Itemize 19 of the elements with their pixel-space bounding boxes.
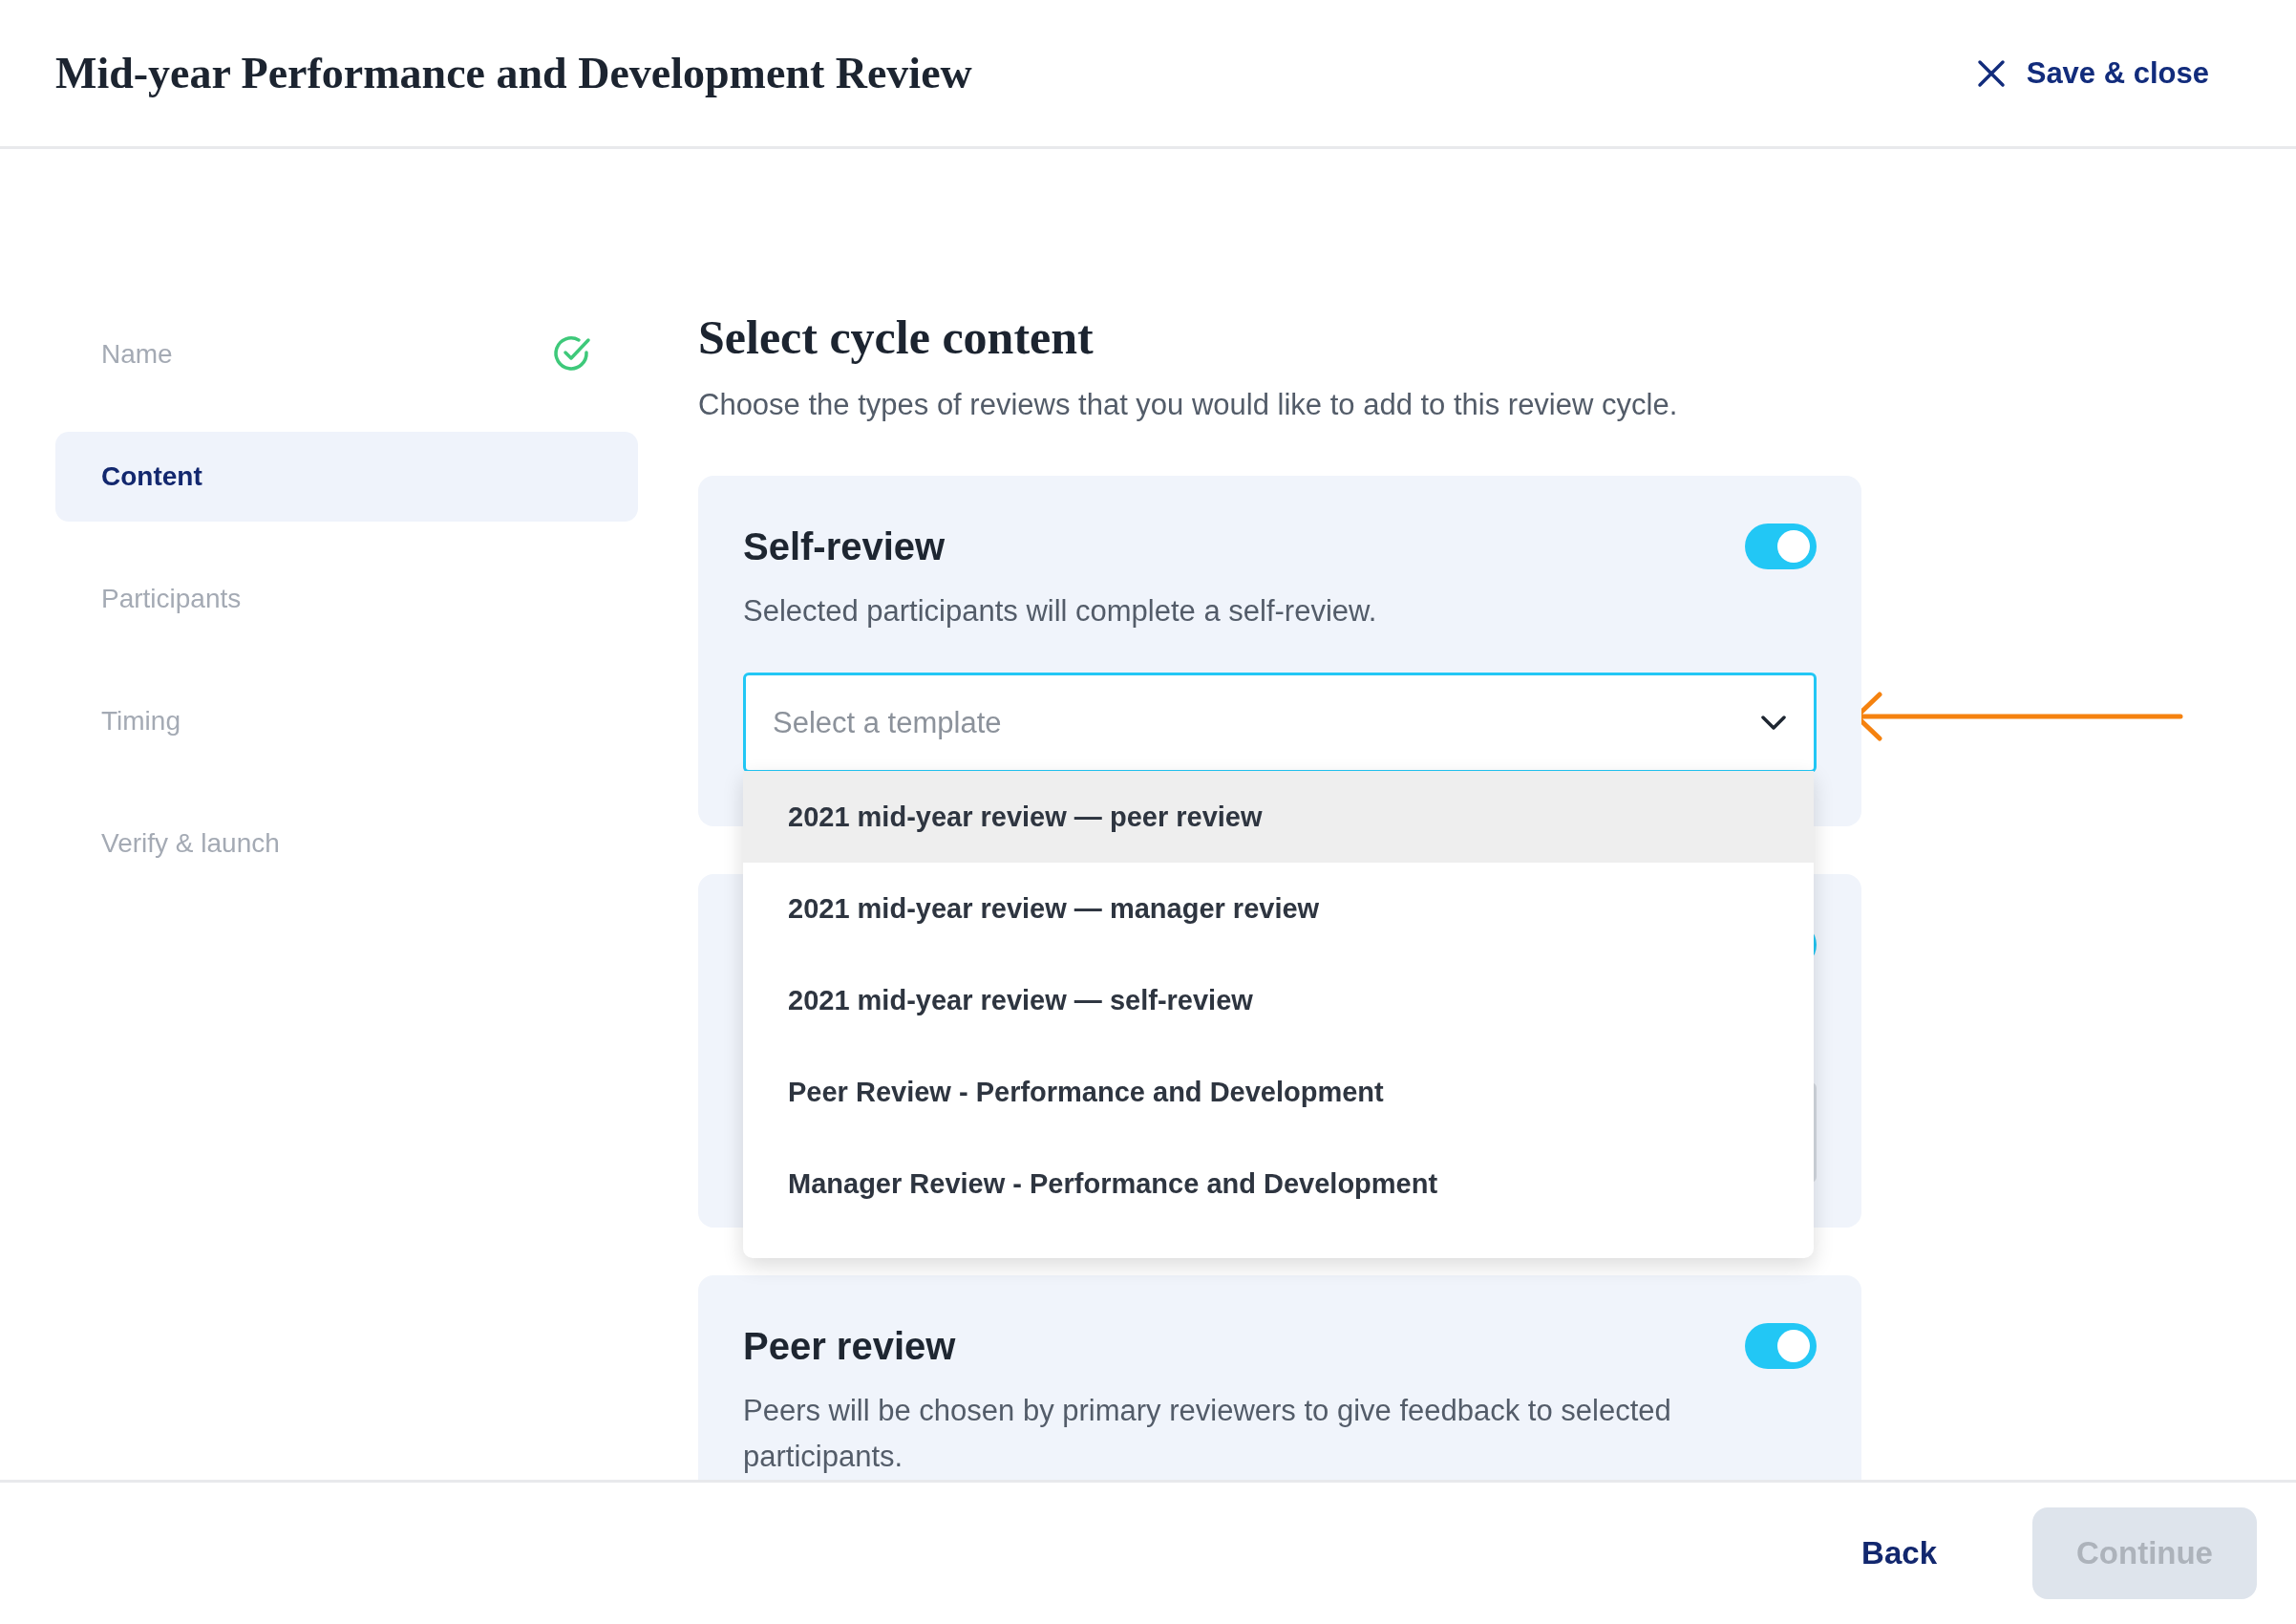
card-description: Selected participants will complete a self-review. xyxy=(743,593,1378,630)
dropdown-option[interactable]: Peer Review - Performance and Development xyxy=(743,1046,1814,1139)
close-icon xyxy=(1976,58,2006,88)
toggle-switch[interactable] xyxy=(1745,524,1817,569)
save-close-button[interactable]: Save & close xyxy=(1976,55,2209,91)
section-title: Select cycle content xyxy=(698,310,1095,365)
card-title: Self-review xyxy=(743,524,946,568)
section-subtitle: Choose the types of reviews that you would like to add to this review cycle. xyxy=(698,388,1679,422)
dropdown-option[interactable]: Manager Review - Performance and Development xyxy=(743,1138,1814,1230)
dropdown-option[interactable]: 2021 mid-year review — peer review xyxy=(743,771,1814,864)
card-title: Peer review xyxy=(743,1324,956,1368)
card-description: Peers will be chosen by primary reviewers to give feedback to selected participants. xyxy=(743,1393,1672,1476)
step-item[interactable]: Content xyxy=(55,432,638,522)
dropdown-option[interactable]: 2021 mid-year review — self-review xyxy=(743,954,1814,1047)
chevron-down-icon xyxy=(1760,714,1787,732)
back-button[interactable]: Back xyxy=(1861,1535,1937,1571)
toggle-switch[interactable] xyxy=(1745,1323,1817,1370)
dropdown-option[interactable]: 2021 mid-year review — manager review xyxy=(743,863,1814,955)
page-title: Mid-year Performance and Development Review xyxy=(55,48,972,98)
